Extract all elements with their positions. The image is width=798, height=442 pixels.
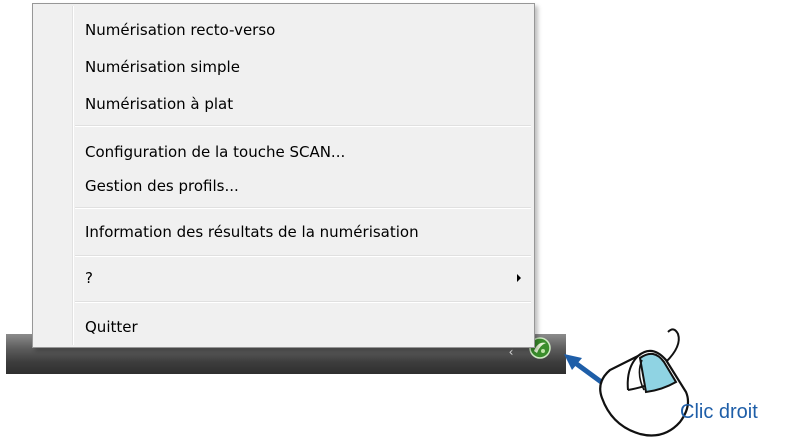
menu-separator: [75, 255, 531, 257]
menu-item-quit[interactable]: Quitter: [36, 312, 531, 344]
right-click-label: Clic droit: [680, 401, 758, 423]
menu-separator: [75, 207, 531, 209]
menu-item-label: Configuration de la touche SCAN...: [85, 143, 346, 161]
menu-item-flatbed-scan[interactable]: Numérisation à plat: [36, 89, 531, 121]
mouse-icon: [599, 328, 690, 437]
menu-item-label: Information des résultats de la numérisa…: [85, 223, 419, 241]
menu-item-label: Numérisation recto-verso: [85, 21, 276, 39]
menu-item-simplex-scan[interactable]: Numérisation simple: [36, 52, 531, 84]
context-menu: Numérisation recto-verso Numérisation si…: [32, 3, 535, 348]
menu-item-profile-management[interactable]: Gestion des profils...: [36, 171, 531, 203]
menu-item-label: Gestion des profils...: [85, 177, 239, 195]
screenshot-stage: ‹ Numérisation recto-verso Numérisation …: [0, 0, 798, 442]
menu-item-label: Quitter: [85, 318, 138, 336]
menu-item-label: Numérisation à plat: [85, 95, 234, 113]
menu-separator: [75, 125, 531, 127]
submenu-arrow-icon: [517, 274, 521, 282]
menu-separator: [75, 301, 531, 303]
menu-item-help[interactable]: ?: [36, 263, 531, 295]
menu-item-scan-results-info[interactable]: Information des résultats de la numérisa…: [36, 217, 531, 249]
menu-item-label: Numérisation simple: [85, 58, 240, 76]
menu-item-scan-button-settings[interactable]: Configuration de la touche SCAN...: [36, 137, 531, 169]
menu-item-label: ?: [85, 269, 93, 287]
menu-item-duplex-scan[interactable]: Numérisation recto-verso: [36, 15, 531, 47]
